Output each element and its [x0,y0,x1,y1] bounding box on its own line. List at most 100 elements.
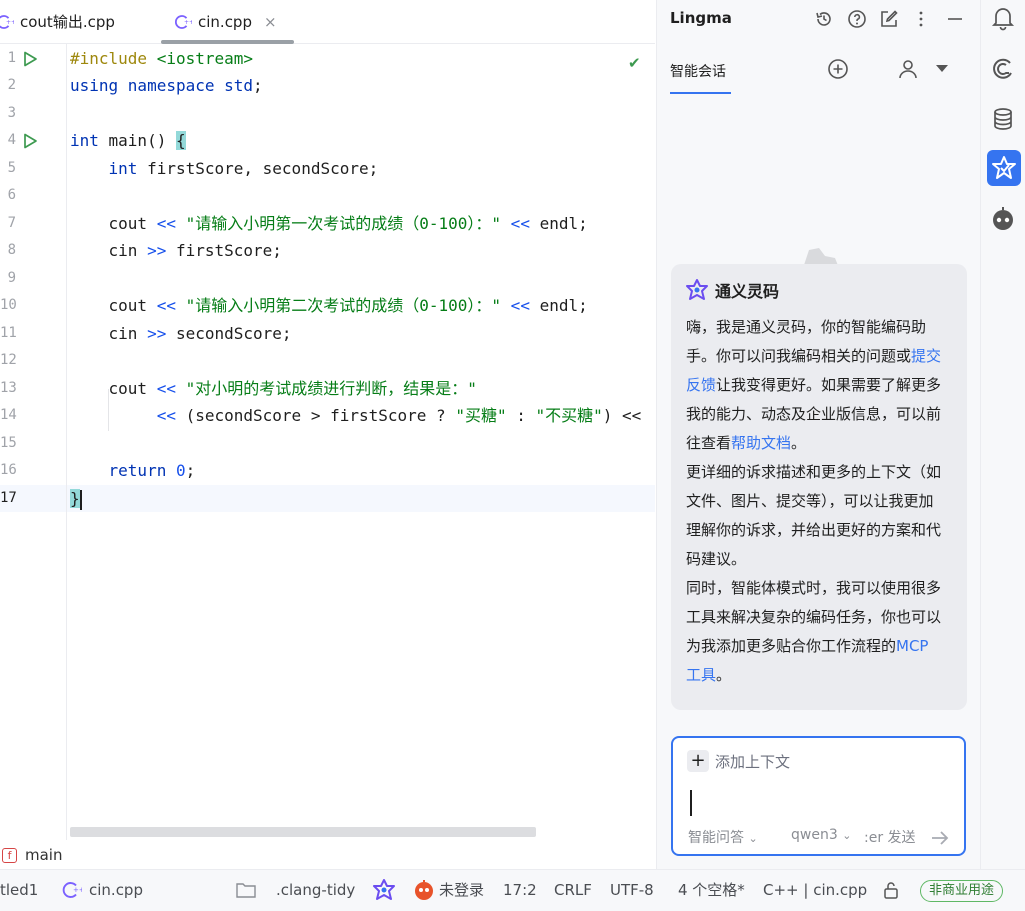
send-hint: :er 发送 [864,830,916,846]
add-context-button[interactable]: + 添加上下文 [687,750,790,772]
line-number: 2 [7,77,16,93]
code-line: return 0; [70,461,196,480]
folder-icon [236,883,256,898]
license-badge[interactable]: 非商业用途 [920,880,1004,902]
close-tab-icon[interactable]: × [264,13,277,31]
line-number: 1 [7,50,16,66]
line-ending[interactable]: CRLF [554,870,592,910]
line-number: 4 [7,132,16,148]
panel-header: Lingma [657,0,981,40]
code-line: cin >> firstScore; [70,241,282,260]
line-number: 3 [7,105,16,121]
copilot-bot-icon[interactable] [989,205,1017,233]
add-context-label: 添加上下文 [715,752,791,771]
clang-tidy-config[interactable]: .clang-tidy [276,870,355,910]
line-number: 12 [0,352,17,368]
account-avatar-icon[interactable] [413,879,435,901]
panel-title: Lingma [670,9,732,27]
text-caret [79,489,82,510]
new-chat-icon[interactable] [827,58,849,80]
code-line: cin >> secondScore; [70,324,292,343]
breadcrumb: f main [0,841,655,869]
history-icon[interactable] [814,9,834,29]
line-number: 10 [0,297,17,313]
tab-label: cin.cpp [198,12,252,31]
tab-cout-cpp[interactable]: ++ cout输出.cpp [0,0,115,43]
run-icon[interactable] [22,51,38,67]
code-editor[interactable]: 1 2 3 4 5 6 7 8 9 10 11 12 13 14 15 16 1… [0,44,655,840]
line-number: 9 [7,270,16,286]
cpp-file-icon: ++ [62,882,82,898]
tab-smart-chat[interactable]: 智能会话 [670,61,726,81]
run-icon[interactable] [22,133,38,149]
model-select[interactable]: qwen3 ⌄ [791,827,851,843]
code-line: cout << "请输入小明第二次考试的成绩（0-100）：" << endl; [70,296,588,315]
cpp-file-icon: ++ [175,14,192,29]
plus-icon: + [687,750,709,772]
tab-label: cout输出.cpp [20,13,115,31]
user-icon[interactable] [897,58,919,80]
chevron-down-icon[interactable] [935,64,949,74]
line-number: 13 [0,380,17,396]
input-footer: 智能问答 ⌄ qwen3 ⌄ :er 发送 [688,827,952,849]
code-line: using namespace std; [70,76,263,95]
cursor-position[interactable]: 17:2 [503,870,537,910]
breadcrumb-function[interactable]: main [25,846,62,864]
project-name[interactable]: tled1 [0,870,38,910]
line-number: 7 [7,215,16,231]
line-number: 14 [0,407,17,423]
line-number: 5 [7,160,16,176]
line-number: 16 [0,462,17,478]
ai-assistant-icon[interactable] [989,55,1017,83]
login-status[interactable]: 未登录 [439,870,484,910]
editor-tab-bar: ++ cout输出.cpp ++ cin.cpp × [0,0,655,44]
welcome-paragraph: 更详细的诉求描述和更多的上下文（如文件、图片、提交等），可以让我更加理解你的诉求… [686,463,942,568]
code-area[interactable]: #include <iostream> using namespace std;… [70,44,655,840]
more-options-icon[interactable] [911,9,931,29]
code-line: << (secondScore > firstScore ? "买糖" : "不… [70,406,642,425]
line-number-current: 17 [0,490,17,506]
lingma-panel: Lingma 智能会话 通义灵码 嗨，我是通义灵码，你的智能编码助手。你可以问我… [656,0,980,869]
line-number: 6 [7,187,16,203]
line-number: 11 [0,325,17,341]
help-icon[interactable] [847,9,867,29]
lock-icon[interactable] [882,881,900,899]
mode-select[interactable]: 智能问答 ⌄ [688,827,758,847]
svg-text:++: ++ [6,19,14,26]
input-caret [690,790,692,816]
line-number: 8 [7,242,16,258]
tongyi-lingma-logo-icon [686,279,708,300]
horizontal-scrollbar[interactable] [70,827,536,837]
language-context[interactable]: C++ | cin.cpp [763,870,867,910]
code-line: cout << "对小明的考试成绩进行判断，结果是：" [70,379,477,398]
code-line: } [70,489,82,510]
line-gutter: 1 2 3 4 5 6 7 8 9 10 11 12 13 14 15 16 1… [0,44,67,840]
panel-tabs: 智能会话 [657,48,981,94]
current-file[interactable]: cin.cpp [89,870,143,910]
chat-input-box[interactable]: + 添加上下文 智能问答 ⌄ qwen3 ⌄ :er 发送 [671,736,966,856]
minimize-icon[interactable] [945,9,965,29]
status-bar: tled1 ++ cin.cpp .clang-tidy 未登录 17:2 CR… [0,869,1025,911]
lingma-status-icon[interactable] [372,878,396,902]
tab-cin-cpp[interactable]: ++ cin.cpp × [174,0,277,43]
welcome-message: 通义灵码 嗨，我是通义灵码，你的智能编码助手。你可以问我编码相关的问题或提交反馈… [671,264,967,710]
help-docs-link[interactable]: 帮助文档 [731,434,791,452]
cpp-file-icon: ++ [0,14,14,29]
no-problems-check-icon[interactable]: ✔ [628,54,641,72]
indent-setting[interactable]: 4 个空格* [678,870,745,910]
edit-icon[interactable] [879,9,899,29]
database-icon[interactable] [989,105,1017,133]
file-encoding[interactable]: UTF-8 [610,870,654,910]
welcome-text: 嗨，我是通义灵码，你的智能编码助手。你可以问我编码相关的问题或提交反馈让我变得更… [686,313,948,690]
lingma-tool-active[interactable] [987,150,1021,186]
svg-text:++: ++ [184,19,192,26]
function-icon: f [2,847,17,863]
code-line: int firstScore, secondScore; [70,159,379,178]
svg-text:++: ++ [73,886,82,894]
active-tab-indicator [670,92,731,94]
code-line: #include <iostream> [70,49,254,68]
line-number: 15 [0,435,17,451]
notifications-bell-icon[interactable] [989,4,1017,32]
send-arrow-icon[interactable] [930,829,950,847]
bubble-title: 通义灵码 [715,282,780,301]
